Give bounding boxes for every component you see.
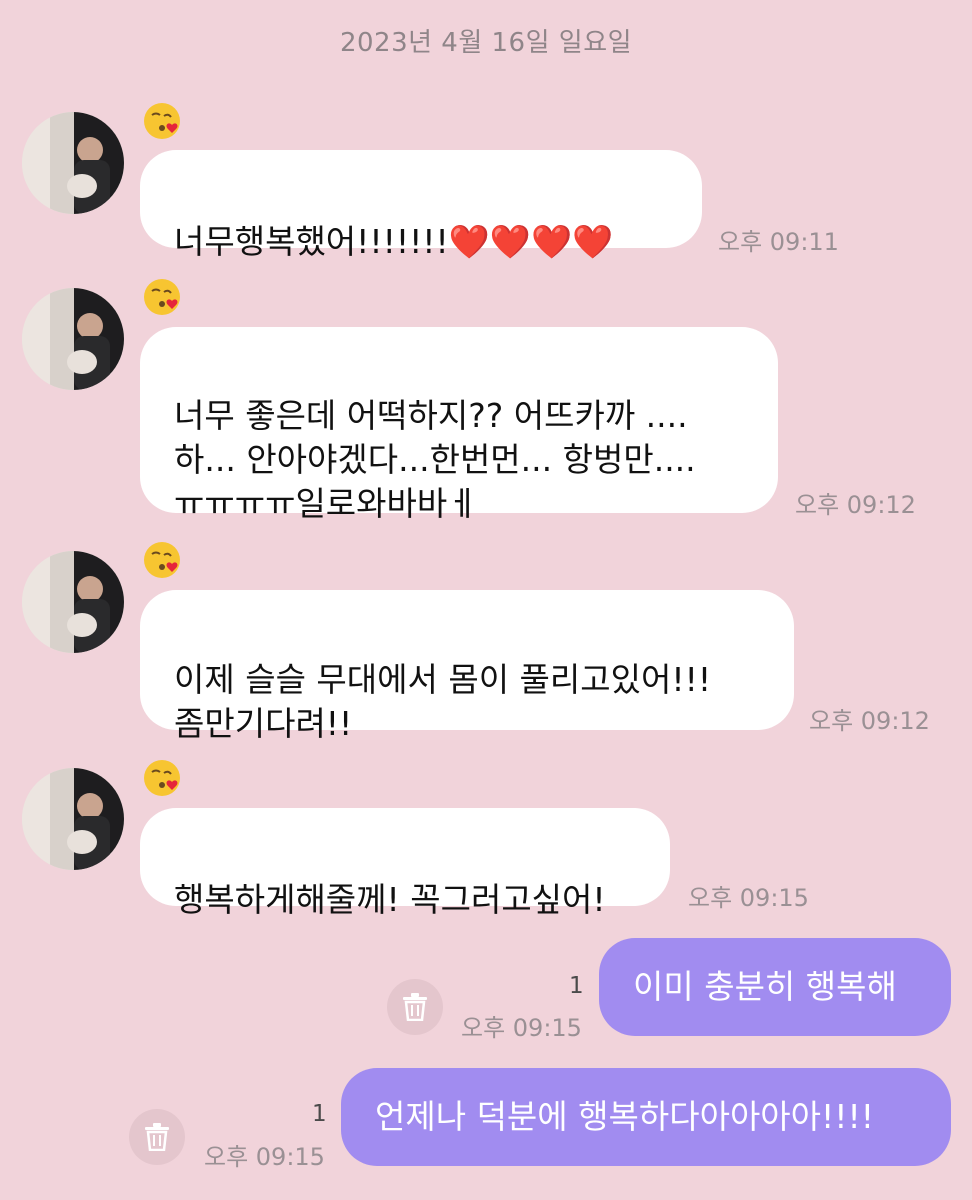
avatar[interactable] <box>22 768 124 870</box>
message-bubble[interactable]: 너무 좋은데 어떡하지?? 어뜨카까 .... 하... 안아야겠다...한번먼… <box>140 327 778 523</box>
message-bubble[interactable]: 이제 슬슬 무대에서 몸이 풀리고있어!!! 좀만기다려!! <box>140 590 794 743</box>
message-time: 오후 09:15 <box>204 1143 325 1171</box>
message-text: 이제 슬슬 무대에서 몸이 풀리고있어!!! 좀만기다려!! <box>174 660 712 743</box>
avatar[interactable] <box>22 551 124 653</box>
trash-icon <box>145 1123 169 1151</box>
trash-icon <box>403 993 427 1021</box>
kissing-heart-emoji <box>142 540 182 580</box>
unread-count: 1 <box>569 973 584 999</box>
message-text: 언제나 덕분에 행복하다아아아아!!!! <box>375 1097 874 1136</box>
kissing-heart-emoji <box>142 277 182 317</box>
message-text: 너무 좋은데 어떡하지?? 어뜨카까 .... 하... 안아야겠다...한번먼… <box>174 396 696 523</box>
message-text: 너무행복했어!!!!!!!❤️❤️❤️❤️ <box>174 222 614 261</box>
message-bubble[interactable]: 행복하게해줄께! 꼭그러고싶어! <box>140 808 670 919</box>
message-time: 오후 09:15 <box>688 884 809 912</box>
delete-button[interactable] <box>387 979 443 1035</box>
message-time: 오후 09:12 <box>795 491 916 519</box>
message-text: 이미 충분히 행복해 <box>633 967 897 1006</box>
kissing-heart-emoji <box>142 101 182 141</box>
avatar[interactable] <box>22 112 124 214</box>
message-time: 오후 09:15 <box>461 1014 582 1042</box>
sent-message-bubble[interactable]: 언제나 덕분에 행복하다아아아아!!!! <box>341 1068 951 1166</box>
message-text: 행복하게해줄께! 꼭그러고싶어! <box>174 880 606 919</box>
unread-count: 1 <box>312 1101 327 1127</box>
delete-button[interactable] <box>129 1109 185 1165</box>
message-time: 오후 09:12 <box>809 707 930 735</box>
avatar[interactable] <box>22 288 124 390</box>
date-header: 2023년 4월 16일 일요일 <box>339 28 633 58</box>
message-bubble[interactable]: 너무행복했어!!!!!!!❤️❤️❤️❤️ <box>140 150 702 261</box>
message-time: 오후 09:11 <box>718 228 839 256</box>
kissing-heart-emoji <box>142 758 182 798</box>
sent-message-bubble[interactable]: 이미 충분히 행복해 <box>599 938 951 1036</box>
